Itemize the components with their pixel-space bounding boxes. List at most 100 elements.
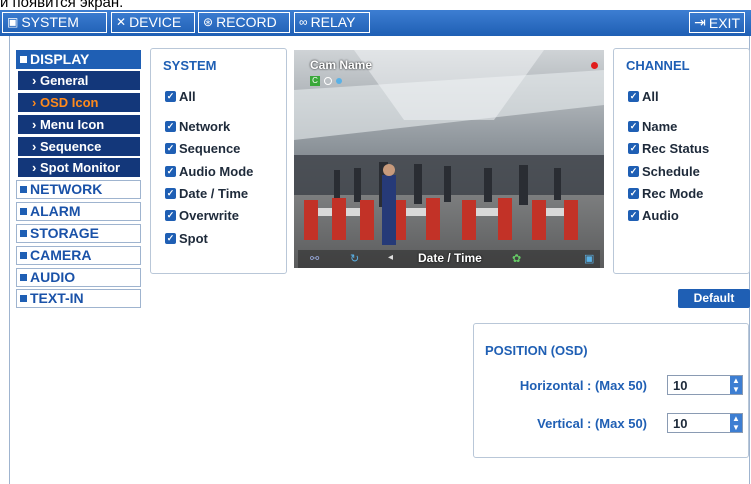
sidebar-sub-general[interactable]: › General <box>18 71 140 90</box>
checkbox-label: All <box>179 89 196 104</box>
top-menu-bar: ▣ SYSTEM ✕ DEVICE ⊛ RECORD ∞ RELAY ⇥ EXI… <box>0 10 751 36</box>
sidebar-sub-spot-monitor[interactable]: › Spot Monitor <box>18 158 140 177</box>
sidebar-sub-label: OSD Icon <box>39 95 99 110</box>
exit-button[interactable]: ⇥ EXIT <box>689 12 745 33</box>
check-icon: ✓ <box>165 210 176 221</box>
square-bullet-icon <box>20 252 27 259</box>
date-time-overlay: Date / Time <box>418 251 482 265</box>
tab-relay[interactable]: ∞ RELAY <box>294 12 370 33</box>
network-icon: ⚯ <box>310 253 320 265</box>
square-bullet-icon <box>20 186 27 193</box>
check-icon: ✓ <box>628 143 639 154</box>
check-icon: ✓ <box>165 188 176 199</box>
checkbox-name[interactable]: ✓ Name <box>628 119 677 134</box>
checkbox-label: Audio Mode <box>179 164 254 179</box>
sidebar-item-storage[interactable]: STORAGE <box>16 224 141 243</box>
record-status-icon: C <box>310 76 320 86</box>
checkbox-spot[interactable]: ✓ Spot <box>165 231 208 246</box>
tab-system[interactable]: ▣ SYSTEM <box>2 12 107 33</box>
checkbox-audio[interactable]: ✓ Audio <box>628 208 679 223</box>
sidebar-item-label: DISPLAY <box>30 51 90 67</box>
rec-dot-icon <box>591 62 598 69</box>
sidebar-item-network[interactable]: NETWORK <box>16 180 141 199</box>
check-icon: ✓ <box>165 143 176 154</box>
schedule-icon <box>324 77 332 85</box>
sidebar-sub-sequence[interactable]: › Sequence <box>18 137 140 156</box>
camera-preview: Cam Name C ⚯ ↻ ◂ Date / Time ✿ ▣ <box>294 50 604 268</box>
check-icon: ✓ <box>628 121 639 132</box>
sidebar-item-label: NETWORK <box>30 181 103 197</box>
audio-icon <box>336 78 342 84</box>
checkbox-overwrite[interactable]: ✓ Overwrite <box>165 208 239 223</box>
square-bullet-icon <box>20 274 27 281</box>
cam-name-overlay: Cam Name <box>310 58 373 72</box>
check-icon: ✓ <box>628 210 639 221</box>
default-button[interactable]: Default <box>678 289 750 308</box>
checkbox-rec-mode[interactable]: ✓ Rec Mode <box>628 186 703 201</box>
audio-mode-icon: ◂ <box>388 252 394 263</box>
checkbox-label: Schedule <box>642 164 700 179</box>
checkbox-audio-mode[interactable]: ✓ Audio Mode <box>165 164 253 179</box>
sidebar-item-alarm[interactable]: ALARM <box>16 202 141 221</box>
sidebar-item-audio[interactable]: AUDIO <box>16 268 141 287</box>
tab-system-label: SYSTEM <box>21 14 79 30</box>
sidebar-sub-label: Menu Icon <box>39 117 105 132</box>
vertical-label: Vertical : (Max 50) <box>537 416 647 431</box>
tab-relay-label: RELAY <box>310 14 356 30</box>
exit-label: EXIT <box>708 14 740 31</box>
square-bullet-icon <box>20 230 27 237</box>
check-icon: ✓ <box>165 233 176 244</box>
check-icon: ✓ <box>165 121 176 132</box>
square-bullet-icon <box>20 208 27 215</box>
checkbox-rec-status[interactable]: ✓ Rec Status <box>628 141 709 156</box>
sidebar-item-display[interactable]: DISPLAY <box>16 50 141 69</box>
exit-icon: ⇥ <box>694 14 706 30</box>
checkbox-label: Audio <box>642 208 679 223</box>
checkbox-channel-all[interactable]: ✓ All <box>628 89 659 104</box>
relay-icon: ∞ <box>299 15 308 29</box>
record-icon: ⊛ <box>203 15 214 29</box>
sidebar-item-camera[interactable]: CAMERA <box>16 246 141 265</box>
check-icon: ✓ <box>628 188 639 199</box>
checkbox-date-time[interactable]: ✓ Date / Time <box>165 186 248 201</box>
horizontal-label: Horizontal : (Max 50) <box>519 378 647 393</box>
tab-record[interactable]: ⊛ RECORD <box>198 12 290 33</box>
spin-arrows-icon[interactable]: ▲ ▼ <box>730 376 742 394</box>
horizontal-spinbox[interactable]: 10 ▲ ▼ <box>667 375 743 395</box>
sidebar-item-text-in[interactable]: TEXT-IN <box>16 289 141 308</box>
checkbox-label: Sequence <box>179 141 241 156</box>
channel-panel-title: CHANNEL <box>626 58 690 73</box>
checkbox-schedule[interactable]: ✓ Schedule <box>628 164 700 179</box>
channel-panel <box>613 48 750 274</box>
monitor-icon: ▣ <box>7 15 19 29</box>
horizontal-value: 10 <box>673 378 688 393</box>
checkbox-sequence[interactable]: ✓ Sequence <box>165 141 240 156</box>
checkbox-label: Rec Status <box>642 141 710 156</box>
vertical-value: 10 <box>673 416 688 431</box>
square-bullet-icon <box>20 295 27 302</box>
sidebar-item-label: AUDIO <box>30 269 76 285</box>
sidebar-item-label: TEXT-IN <box>30 290 84 306</box>
spin-arrows-icon[interactable]: ▲ ▼ <box>730 414 742 432</box>
sidebar-sub-menu-icon[interactable]: › Menu Icon <box>18 115 140 134</box>
tab-device[interactable]: ✕ DEVICE <box>111 12 195 33</box>
tab-record-label: RECORD <box>216 14 277 30</box>
sidebar-sub-label: Sequence <box>39 139 102 154</box>
check-icon: ✓ <box>165 91 176 102</box>
checkbox-label: Network <box>179 119 231 134</box>
sidebar-item-label: ALARM <box>30 203 81 219</box>
sequence-icon: ↻ <box>350 253 360 265</box>
checkbox-label: Overwrite <box>179 208 239 223</box>
sidebar-item-label: STORAGE <box>30 225 99 241</box>
checkbox-label: Name <box>642 119 678 134</box>
sidebar-sub-osd-icon[interactable]: › OSD Icon <box>18 93 140 112</box>
sidebar-sub-label: Spot Monitor <box>39 160 121 175</box>
checkbox-system-all[interactable]: ✓ All <box>165 89 196 104</box>
check-icon: ✓ <box>165 166 176 177</box>
vertical-spinbox[interactable]: 10 ▲ ▼ <box>667 413 743 433</box>
check-icon: ✓ <box>628 91 639 102</box>
system-panel-title: SYSTEM <box>163 58 217 73</box>
checkbox-network[interactable]: ✓ Network <box>165 119 230 134</box>
square-bullet-icon <box>20 56 27 63</box>
check-icon: ✓ <box>628 166 639 177</box>
